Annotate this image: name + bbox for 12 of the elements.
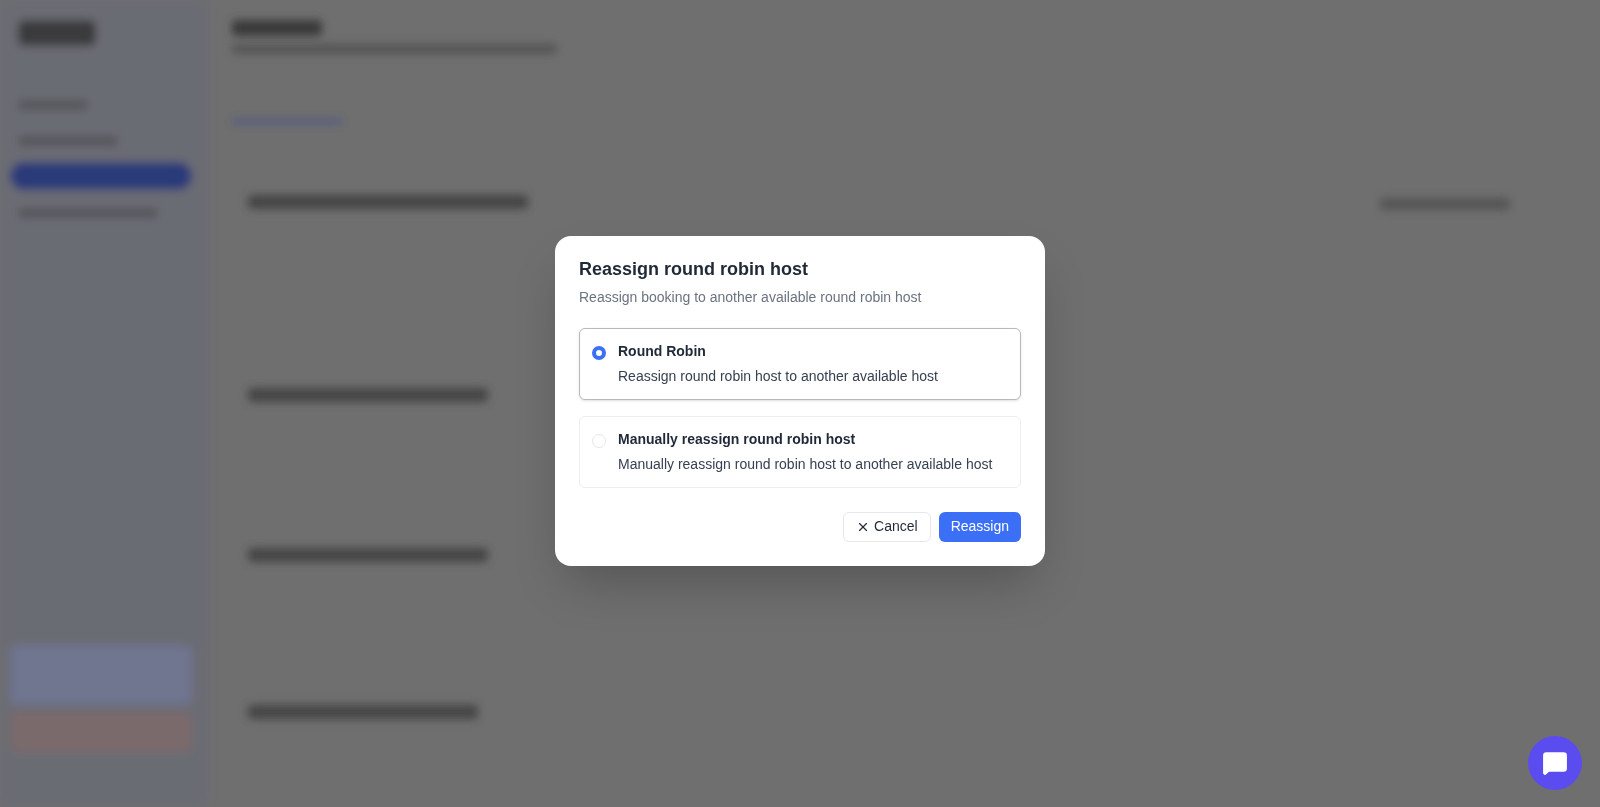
chat-icon: [1542, 750, 1568, 776]
reassign-button[interactable]: Reassign: [938, 511, 1021, 542]
cancel-button[interactable]: Cancel: [843, 511, 931, 542]
option-label: Round Robin: [618, 341, 707, 361]
option-label: Manually reassign round robin host: [618, 429, 857, 449]
option-description: Reassign round robin host to another available host: [618, 366, 938, 386]
option-description: Manually reassign round robin host to another available host: [618, 454, 993, 474]
radio-button[interactable]: [592, 345, 606, 360]
radio-option[interactable]: Round Robin Reassign round robin host to another available host: [579, 327, 1021, 400]
radio-option[interactable]: Manually reassign round robin host Manually reassign round robin host to another available host: [579, 415, 1021, 488]
dialog-description: Reassign booking to another available round robin host: [579, 287, 923, 307]
dialog-title: Reassign round robin host: [579, 257, 809, 281]
